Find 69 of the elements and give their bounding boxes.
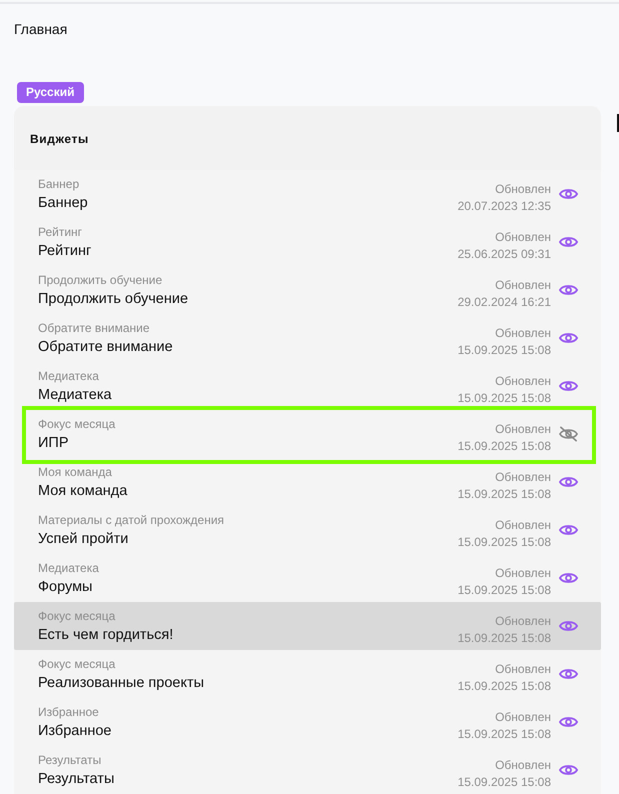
updated-date: 15.09.2025 15:08	[458, 630, 551, 647]
updated-date: 15.09.2025 15:08	[458, 486, 551, 503]
widget-name: Есть чем гордиться!	[38, 626, 174, 644]
widget-name: Продолжить обучение	[38, 290, 188, 308]
widget-type: Медиатека	[38, 560, 99, 576]
updated-date: 15.09.2025 15:08	[458, 534, 551, 551]
eye-icon[interactable]	[559, 331, 578, 345]
widget-name: ИПР	[38, 434, 69, 452]
updated-date: 15.09.2025 15:08	[458, 726, 551, 743]
eye-icon[interactable]	[559, 715, 578, 729]
widget-row[interactable]: Фокус месяца Есть чем гордиться! Обновлен 15.09.2025 15:08	[14, 602, 601, 650]
eye-icon[interactable]	[559, 667, 578, 681]
widget-type: Фокус месяца	[38, 416, 116, 432]
eye-icon[interactable]	[559, 571, 578, 585]
updated-date: 25.06.2025 09:31	[458, 246, 551, 263]
eye-icon[interactable]	[559, 619, 578, 633]
updated-label: Обновлен	[495, 469, 551, 486]
widget-type: Избранное	[38, 704, 99, 720]
updated-date: 29.02.2024 16:21	[458, 294, 551, 311]
widget-name: Обратите внимание	[38, 338, 173, 356]
updated-date: 15.09.2025 15:08	[458, 390, 551, 407]
widget-name: Реализованные проекты	[38, 674, 204, 692]
widget-type: Рейтинг	[38, 224, 82, 240]
updated-label: Обновлен	[495, 517, 551, 534]
updated-label: Обновлен	[495, 181, 551, 198]
updated-date: 15.09.2025 15:08	[458, 342, 551, 359]
eye-icon[interactable]	[559, 763, 578, 777]
widget-name: Успей пройти	[38, 530, 128, 548]
widget-name: Моя команда	[38, 482, 128, 500]
updated-date: 15.09.2025 15:08	[458, 438, 551, 455]
eye-icon[interactable]	[559, 523, 578, 537]
panel-title: Виджеты	[30, 131, 89, 147]
updated-label: Обновлен	[495, 565, 551, 582]
updated-label: Обновлен	[495, 661, 551, 678]
language-badge: Русский	[17, 82, 84, 103]
updated-date: 20.07.2023 12:35	[458, 198, 551, 215]
widget-name: Результаты	[38, 770, 114, 788]
eye-icon[interactable]	[559, 475, 578, 489]
widget-type: Продолжить обучение	[38, 272, 162, 288]
updated-label: Обновлен	[495, 373, 551, 390]
widget-type: Материалы с датой прохождения	[38, 512, 224, 528]
updated-label: Обновлен	[495, 613, 551, 630]
eye-icon[interactable]	[559, 235, 578, 249]
page-title: Главная	[14, 20, 68, 39]
widget-type: Медиатека	[38, 368, 99, 384]
widget-type: Обратите внимание	[38, 320, 150, 336]
eye-icon[interactable]	[559, 379, 578, 393]
updated-date: 15.09.2025 15:08	[458, 582, 551, 599]
widget-name: Форумы	[38, 578, 92, 596]
updated-label: Обновлен	[495, 325, 551, 342]
eye-icon[interactable]	[559, 187, 578, 201]
widget-name: Баннер	[38, 194, 88, 212]
widget-name: Избранное	[38, 722, 112, 740]
updated-label: Обновлен	[495, 709, 551, 726]
updated-label: Обновлен	[495, 757, 551, 774]
updated-date: 15.09.2025 15:08	[458, 774, 551, 791]
widget-type: Баннер	[38, 176, 80, 192]
updated-date: 15.09.2025 15:08	[458, 678, 551, 695]
widget-type: Результаты	[38, 752, 102, 768]
eye-slash-icon[interactable]	[559, 426, 578, 442]
widget-type: Моя команда	[38, 464, 112, 480]
updated-label: Обновлен	[495, 277, 551, 294]
widget-name: Рейтинг	[38, 242, 92, 260]
widget-type: Фокус месяца	[38, 656, 116, 672]
widget-type: Фокус месяца	[38, 608, 116, 624]
widget-name: Медиатека	[38, 386, 112, 404]
updated-label: Обновлен	[495, 421, 551, 438]
eye-icon[interactable]	[559, 283, 578, 297]
updated-label: Обновлен	[495, 229, 551, 246]
